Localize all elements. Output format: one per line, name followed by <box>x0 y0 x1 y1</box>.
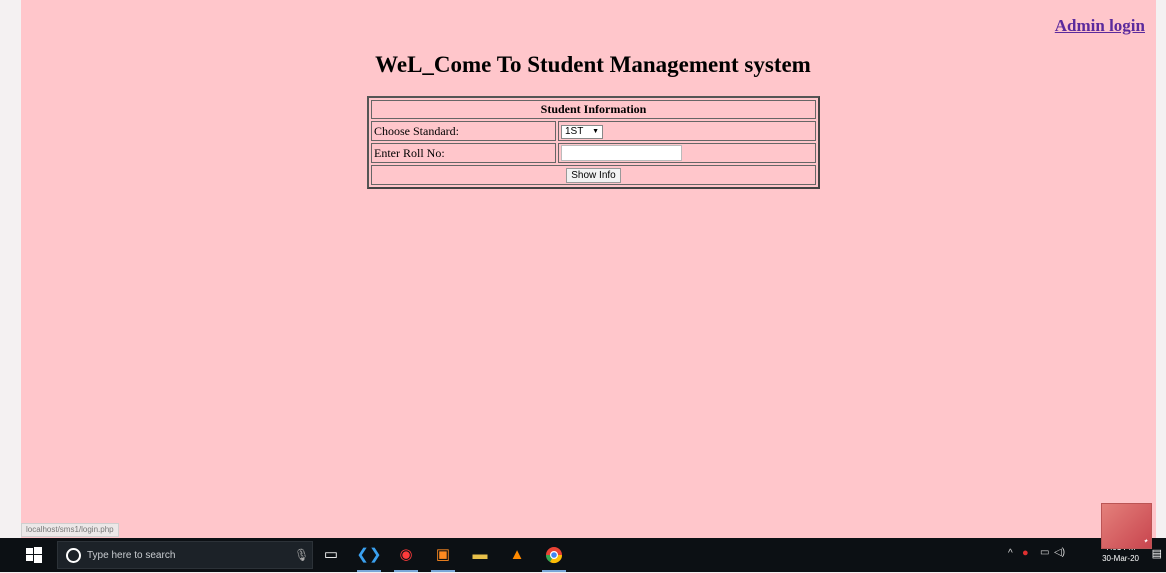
xampp-icon[interactable]: ▣ <box>428 542 458 572</box>
browser-left-edge <box>0 0 21 538</box>
web-page: Admin login WeL_Come To Student Manageme… <box>21 0 1156 538</box>
desktop-screen: Admin login WeL_Come To Student Manageme… <box>0 0 1166 572</box>
vlc-icon[interactable]: ▲ <box>502 542 532 568</box>
microphone-icon[interactable]: 🎙 <box>294 548 309 562</box>
browser-right-edge <box>1156 0 1166 538</box>
student-info-table: Student Information Choose Standard: 1ST… <box>367 96 820 189</box>
table-heading: Student Information <box>371 100 816 119</box>
dropdown-arrow-icon: ▼ <box>592 128 599 135</box>
clock-date: 30-Mar-20 <box>1102 554 1139 563</box>
show-info-button[interactable]: Show Info <box>566 168 621 183</box>
status-bar-url: localhost/sms1/login.php <box>21 523 119 537</box>
standard-label: Choose Standard: <box>371 121 556 141</box>
chevron-up-icon[interactable]: ^ <box>1008 548 1013 559</box>
table-header-row: Student Information <box>371 100 816 119</box>
standard-row: Choose Standard: 1ST ▼ <box>371 121 816 141</box>
recorder-icon[interactable]: ◉ <box>391 542 421 572</box>
windows-start-icon[interactable] <box>25 546 43 564</box>
search-placeholder: Type here to search <box>87 550 176 561</box>
vscode-icon[interactable]: ❮❯ <box>354 542 384 572</box>
overlay-logo: ✦ <box>1142 539 1148 545</box>
volume-icon[interactable]: ◁) <box>1054 547 1065 558</box>
roll-label: Enter Roll No: <box>371 143 556 163</box>
taskbar-search-box[interactable]: Type here to search 🎙 <box>57 541 313 569</box>
battery-icon[interactable]: ▭ <box>1040 547 1049 558</box>
windows-taskbar: Type here to search 🎙 ▭ ❮❯ ◉ ▣ ▬ ▲ ^ ● ▭… <box>0 538 1166 572</box>
notification-icon[interactable]: ▤ <box>1152 547 1162 560</box>
admin-login-link[interactable]: Admin login <box>1055 16 1145 36</box>
webcam-overlay: ✦ <box>1101 503 1152 549</box>
standard-select-value: 1ST <box>565 126 584 137</box>
roll-cell <box>558 143 816 163</box>
submit-cell: Show Info <box>371 165 816 185</box>
page-title: WeL_Come To Student Management system <box>375 52 811 77</box>
standard-cell: 1ST ▼ <box>558 121 816 141</box>
chrome-icon[interactable] <box>539 542 569 572</box>
roll-row: Enter Roll No: <box>371 143 816 163</box>
network-icon[interactable]: ● <box>1022 547 1029 559</box>
roll-number-input[interactable] <box>561 145 682 161</box>
submit-row: Show Info <box>371 165 816 185</box>
task-view-icon[interactable]: ▭ <box>316 542 346 568</box>
file-explorer-icon[interactable]: ▬ <box>465 542 495 568</box>
standard-select[interactable]: 1ST ▼ <box>561 125 603 139</box>
cortana-icon <box>66 548 81 563</box>
